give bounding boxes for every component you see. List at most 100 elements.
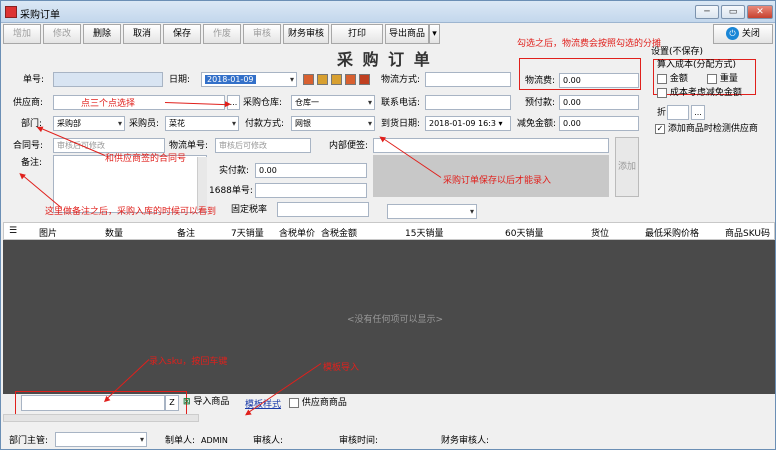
col-60day[interactable]: 60天销量 [505,226,543,239]
col-location[interactable]: 货位 [591,226,609,239]
z-button[interactable]: Z [165,395,179,411]
close-button[interactable]: ⏻ 关闭 [713,24,773,44]
check-supplier-option[interactable]: 添加商品时检测供应商 [655,123,758,135]
bottom-select[interactable] [387,204,477,219]
date-label: 日期: [169,75,191,85]
minimize-button[interactable]: ─ [695,5,719,19]
grid-icon[interactable] [358,74,370,85]
discount-rate-input[interactable] [667,105,689,120]
warehouse-select[interactable]: 仓库一 [291,95,375,110]
menu-icon[interactable]: ☰ [9,226,17,236]
col-15day[interactable]: 15天销量 [405,226,443,239]
memo-inner-input[interactable] [373,138,609,153]
delete-button[interactable]: 删除 [83,24,121,44]
paid-input[interactable]: 0.00 [255,163,367,178]
freight-label: 物流费: [525,76,556,86]
logistics-input[interactable] [425,72,511,87]
add-memo-button[interactable]: 添加 [615,137,639,197]
check-supplier-checkbox[interactable] [655,123,665,134]
next-icon[interactable] [330,74,342,85]
annotation-sku: 录入sku，按回车键 [149,357,228,367]
weight-label: 重量 [719,74,738,84]
supplier-goods-checkbox[interactable] [289,397,299,408]
finance-auditor-label: 财务审核人: [441,436,490,446]
col-min-price[interactable]: 最低采购价格 [645,226,699,239]
discount-label: 减免金额: [517,119,557,129]
audit-time-label: 审核时间: [339,436,379,446]
nav-buttons [303,74,370,88]
discount-rate-label: 折 [657,108,667,118]
prev-icon[interactable] [316,74,328,85]
purchase-order-window: 采购订单 ─ ▭ ✕ 增加 修改 删除 取消 保存 作废 审核 财务审核 打印 … [0,0,776,450]
buyer-select[interactable]: 菜花 [165,116,239,131]
amount-checkbox[interactable] [657,73,667,84]
prepaid-input[interactable]: 0.00 [559,95,639,110]
supplier-label: 供应商: [13,98,44,108]
remark-scrollbar[interactable] [197,157,207,211]
export-dropdown-arrow[interactable]: ▾ [429,24,440,44]
order-no-label: 单号: [23,75,45,85]
col-qty[interactable]: 数量 [105,226,123,239]
discount-rate-button[interactable]: ... [691,105,705,120]
cost-exempt-label: 成本考虑减免金额 [669,88,742,98]
dept-head-select[interactable] [55,432,147,447]
date-picker[interactable]: 2018-01-09 [201,72,297,87]
close-label: 关闭 [741,29,760,39]
cancel-button[interactable]: 取消 [123,24,161,44]
audit-button[interactable]: 审核 [243,24,281,44]
first-icon[interactable] [303,74,314,85]
memo-inner-label: 内部便签: [329,141,369,151]
annotation-memo: 采购订单保存以后才能录入 [443,176,552,186]
pay-method-label: 付款方式: [245,119,285,129]
empty-table-text: <没有任何项可以显示> [347,315,444,325]
cost-exempt-option[interactable]: 成本考虑减免金额 [657,87,742,99]
cost-exempt-checkbox[interactable] [657,87,667,98]
annotation-remark: 这里做备注之后，采购入库的时候可以看到 [45,207,217,217]
export-goods-button[interactable]: 导出商品 [385,24,429,44]
horizontal-scrollbar[interactable] [3,414,199,422]
weight-checkbox[interactable] [707,73,717,84]
col-remark[interactable]: 备注 [177,226,195,239]
order-no-input[interactable] [53,72,163,87]
supplier-goods-option[interactable]: 供应商商品 [289,397,347,409]
annotation-contract: 和供应商签的合同号 [105,154,187,164]
col-7day[interactable]: 7天销量 [231,226,264,239]
arrival-date-label: 到货日期: [381,119,421,129]
form-title: 采 购 订 单 [337,50,432,69]
logistics-label: 物流方式: [381,75,421,85]
arrival-date-picker[interactable]: 2018-01-09 16:3 ▾ [425,116,511,131]
window-close-button[interactable]: ✕ [747,5,773,19]
col-unit-price[interactable]: 含税单价 [279,226,315,239]
logistics-no-input[interactable]: 审核后可修改 [215,138,311,153]
title-bar [1,1,775,23]
allocation-group-label: 算入成本(分配方式) [657,60,737,70]
print-button[interactable]: 打印 [331,24,383,44]
finance-audit-button[interactable]: 财务审核 [283,24,329,44]
save-button[interactable]: 保存 [163,24,201,44]
dept-select[interactable]: 采购部 [53,116,125,131]
edit-button[interactable]: 修改 [43,24,81,44]
annotation-freight: 勾选之后，物流费会按照勾选的分摊 [517,39,662,49]
no1688-input[interactable] [255,183,367,198]
last-icon[interactable] [344,74,356,85]
template-link[interactable]: 模板样式 [245,397,281,410]
amount-option[interactable]: 金额 [657,73,688,85]
phone-input[interactable] [425,95,511,110]
tax-rate-input[interactable] [277,202,369,217]
discount-input[interactable]: 0.00 [559,116,639,131]
remark-label: 备注: [21,158,43,168]
import-goods-button[interactable]: ⊠ 导入商品 [183,395,239,409]
col-sku[interactable]: 商品SKU码 [725,226,770,239]
void-button[interactable]: 作废 [203,24,241,44]
power-icon: ⏻ [726,27,740,40]
add-button[interactable]: 增加 [3,24,41,44]
weight-option[interactable]: 重量 [707,73,738,85]
restore-button[interactable]: ▭ [721,5,745,19]
sku-input[interactable] [21,395,165,411]
col-amount[interactable]: 含税金额 [321,226,357,239]
pay-method-select[interactable]: 网银 [291,116,375,131]
freight-input[interactable]: 0.00 [559,73,639,88]
col-image[interactable]: 图片 [39,226,57,239]
app-icon [5,6,17,18]
contract-label: 合同号: [13,141,44,151]
